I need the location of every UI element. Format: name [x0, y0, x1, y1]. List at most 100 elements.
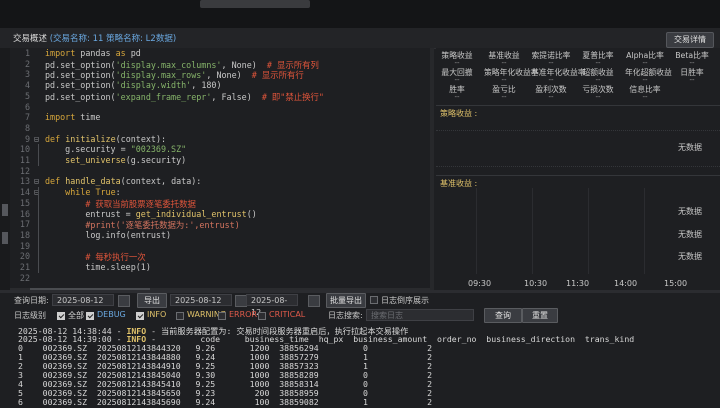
line-number: 12 [19, 165, 30, 176]
log-level-option-label: INFO [147, 310, 167, 319]
line-number: 5 [24, 90, 30, 101]
code-token: as [115, 48, 126, 58]
reverse-log-checkbox[interactable] [370, 296, 378, 304]
calendar-icon[interactable] [118, 295, 130, 307]
line-number: 13 [19, 176, 30, 187]
metric-value: -- [501, 59, 507, 67]
log-filter-bar: 日志级别 全部 DEBUG INFO WARNING ERROR CRITICAL 日志搜… [0, 308, 720, 323]
code-token: , False) [211, 91, 262, 102]
code-token: g.security = [45, 144, 131, 155]
log-level-option-label: DEBUG [97, 310, 126, 319]
code-token: get_individual_entrust [135, 208, 247, 219]
code-token: (context, data): [120, 176, 202, 187]
time-tick: 11:30 [566, 279, 590, 288]
trade-detail-button[interactable]: 交易详情 [666, 32, 714, 48]
log-level-checkbox[interactable] [86, 312, 94, 320]
log-output[interactable]: 2025-08-12 14:38:44 - INFO - 当前服务器配置为: 交… [8, 323, 720, 408]
metric-value: -- [689, 59, 695, 67]
code-token: import [45, 112, 76, 123]
fold-toggle-icon[interactable]: ⊟ [34, 176, 42, 186]
log-level-checkbox[interactable] [136, 312, 144, 320]
gutter-marker[interactable] [2, 232, 8, 244]
line-number: 11 [19, 155, 30, 165]
code-token: time.sleep(1) [45, 262, 151, 272]
reset-button[interactable]: 重置 [522, 308, 558, 323]
log-level-checkbox[interactable] [218, 312, 226, 320]
end-date-input[interactable]: 2025-08-12 [246, 294, 298, 317]
time-tick: 10:30 [524, 279, 548, 288]
log-level-option-label: CRITICAL [269, 310, 306, 319]
time-tick: 14:00 [614, 279, 638, 288]
log-level-checkbox[interactable] [258, 312, 266, 320]
log-search-label: 日志搜索: [328, 311, 363, 320]
fold-toggle-icon[interactable]: ⊟ [34, 134, 42, 144]
code-token: pd.set_option( [45, 59, 116, 70]
metric-value: -- [595, 76, 601, 84]
code-token: 'display.max_columns' [115, 59, 222, 70]
log-line: 2025-08-12 14:39:00 - INFO - code busine… [18, 334, 634, 344]
overview-title-text: 交易概述 [13, 34, 48, 44]
line-number: 1 [24, 48, 30, 58]
metric-value: -- [454, 59, 460, 67]
grid-line [644, 188, 645, 274]
code-token: (context): [115, 133, 167, 144]
start-date-input[interactable]: 2025-08-12 [170, 294, 232, 306]
section-divider [436, 175, 720, 176]
code-text: import time [45, 112, 100, 122]
line-number: 18 [19, 229, 30, 240]
line-number: 7 [24, 112, 30, 123]
export-button[interactable]: 导出 [137, 293, 167, 308]
code-text: import pandas as pd [45, 48, 141, 58]
metric-value: -- [501, 93, 507, 101]
query-date-input[interactable]: 2025-08-12 [52, 294, 114, 306]
code-token: pd [125, 48, 141, 58]
time-tick: 15:00 [664, 279, 688, 288]
code-token: pd.set_option( [45, 70, 116, 81]
query-toolbar: 查询日期: 2025-08-12 导出 2025-08-12 2025-08-1… [0, 293, 720, 317]
code-token: #print('逐笔委托数据为:',entrust) [85, 220, 240, 231]
fold-guide [38, 187, 39, 273]
code-token: , None) [221, 59, 267, 70]
code-token: log.info(entrust) [45, 229, 172, 240]
grid-line [436, 130, 720, 131]
query-date-label: 查询日期: [14, 296, 49, 305]
batch-export-button[interactable]: 批量导出 [326, 293, 366, 308]
metric-value: -- [548, 93, 554, 101]
code-token: def [45, 133, 61, 144]
log-data-row: 1 002369.SZ 20250812143844880 9.24 1000 … [18, 352, 433, 362]
line-number: 9 [24, 133, 30, 144]
metric-value: -- [642, 59, 648, 67]
line-number: 8 [24, 122, 30, 133]
log-level-checkbox[interactable] [57, 312, 65, 320]
query-button[interactable]: 查询 [484, 308, 522, 323]
code-token: import [45, 48, 76, 58]
reverse-log-label: 日志倒序展示 [381, 296, 429, 305]
code-token: () [246, 208, 257, 219]
benchmark-return-chart: 无数据 无数据 无数据 [436, 188, 720, 274]
overview-title: 交易概述 (交易名称: 11 策略名称: L2数据) [13, 32, 176, 44]
metric-value: -- [642, 76, 648, 84]
code-token: 'expand_frame_repr' [115, 91, 212, 102]
left-gutter [0, 48, 10, 290]
metric-value: -- [454, 76, 460, 84]
line-number: 21 [19, 262, 30, 272]
line-number: 14 [19, 187, 30, 198]
grid-line [476, 188, 477, 274]
metric-value: -- [454, 93, 460, 101]
log-search-input[interactable]: 搜索日志 [366, 309, 474, 321]
metric-value: -- [689, 76, 695, 84]
code-editor[interactable]: 1 import pandas as pd 2 pd.set_option('disp… [10, 48, 430, 288]
gutter-marker[interactable] [2, 204, 8, 216]
log-level-checkbox[interactable] [176, 312, 184, 320]
log-data-row: 5 002369.SZ 20250812143845650 9.23 200 3… [18, 388, 433, 398]
code-token: # 显示所有列 [266, 59, 319, 70]
calendar-icon[interactable] [308, 295, 320, 307]
grid-line [532, 188, 533, 274]
code-token: time [75, 112, 101, 123]
vertical-splitter[interactable] [430, 48, 434, 290]
code-text: pd.set_option('display.width', 180) [45, 80, 222, 90]
